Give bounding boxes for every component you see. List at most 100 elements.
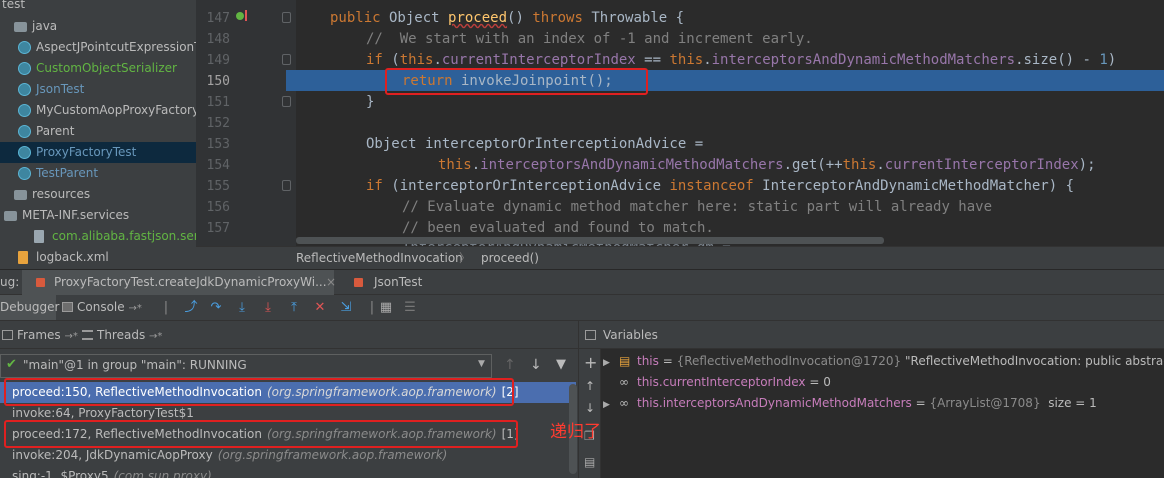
tree-item-label: JsonTest bbox=[36, 82, 85, 96]
debug-label: ug: bbox=[0, 275, 20, 289]
debug-session-tab[interactable]: ProxyFactoryTest.createJdkDynamicProxyWi… bbox=[22, 270, 336, 295]
tree-item-label: META-INF.services bbox=[22, 208, 130, 222]
stack-frame-row[interactable]: sing:-1, $Proxy5 (com.sun.proxy) bbox=[0, 466, 576, 478]
thread-selector-value: "main"@1 in group "main": RUNNING bbox=[23, 358, 247, 372]
frame-method: sing:-1, $Proxy5 bbox=[12, 469, 109, 478]
threads-icon bbox=[82, 330, 93, 340]
variable-equals: = bbox=[911, 396, 930, 410]
fold-icon[interactable] bbox=[282, 12, 291, 23]
stack-frame-row[interactable]: invoke:204, JdkDynamicAopProxy (org.sprin… bbox=[0, 445, 576, 466]
frames-tab[interactable]: Frames →* bbox=[2, 323, 78, 348]
chevron-down-icon: ▼ bbox=[478, 359, 485, 369]
class-icon bbox=[18, 146, 31, 159]
debugger-toolbar: Debugger Console →* | ⤴ ↷ ⤓ ⤓ ⤒ ✕ ⇲ | ▦ … bbox=[0, 295, 1164, 321]
force-step-into-icon[interactable]: ⤓ bbox=[260, 300, 276, 316]
variables-icon bbox=[585, 330, 596, 340]
step-into-icon[interactable]: ⤓ bbox=[234, 300, 250, 316]
variable-type: {ArrayList@1708} bbox=[929, 396, 1041, 410]
debug-tab-jsontest[interactable]: JsonTest bbox=[344, 270, 434, 295]
expand-arrow-icon[interactable]: ▶ bbox=[603, 395, 619, 416]
breadcrumb-class[interactable]: ReflectiveMethodInvocation bbox=[296, 247, 463, 269]
console-tab[interactable]: Console →* bbox=[62, 295, 142, 320]
close-icon[interactable]: × bbox=[326, 270, 336, 295]
junit-run-icon bbox=[354, 278, 363, 287]
variable-equals: = bbox=[805, 375, 824, 389]
tree-item-label: MyCustomAopProxyFactory bbox=[36, 103, 196, 117]
code-line-157[interactable]: // been evaluated and found to match. bbox=[402, 218, 714, 239]
tree-item[interactable]: MyCustomAopProxyFactory bbox=[0, 100, 196, 121]
tree-item-label: CustomObjectSerializer bbox=[36, 61, 177, 75]
expand-arrow-icon[interactable]: ▶ bbox=[603, 353, 619, 374]
threads-tab-label: Threads bbox=[97, 328, 146, 342]
implements-gutter-icon[interactable] bbox=[236, 12, 244, 20]
tree-item-label: logback.xml bbox=[36, 250, 109, 264]
frame-down-icon[interactable]: ↓ bbox=[530, 357, 542, 373]
tree-item[interactable]: Parent bbox=[0, 121, 196, 142]
thread-selector[interactable]: ✔ "main"@1 in group "main": RUNNING ▼ bbox=[0, 354, 492, 378]
evaluate-expression-icon[interactable]: ▦ bbox=[378, 300, 394, 316]
filter-icon[interactable]: ▼ bbox=[556, 357, 566, 372]
code-line-156[interactable]: // Evaluate dynamic method matcher here:… bbox=[402, 197, 992, 218]
debugger-tab[interactable]: Debugger bbox=[0, 295, 59, 320]
variable-name: this bbox=[637, 354, 659, 368]
code-line-154[interactable]: this.interceptorsAndDynamicMethodMatcher… bbox=[438, 155, 1096, 176]
editor-horizontal-scrollbar[interactable] bbox=[296, 237, 884, 244]
variable-row[interactable]: ▶ ∞ this.interceptorsAndDynamicMethodMatch… bbox=[603, 393, 1097, 414]
variable-value: 0 bbox=[823, 375, 831, 389]
threads-tab[interactable]: Threads →* bbox=[82, 323, 162, 348]
restore-icon[interactable]: ▤ bbox=[584, 455, 595, 469]
variable-equals: = bbox=[658, 354, 677, 368]
code-line-147[interactable]: public Object proceed() throws Throwable… bbox=[330, 8, 684, 29]
tree-item[interactable]: java bbox=[0, 16, 196, 37]
code-line-148[interactable]: // We start with an index of -1 and incr… bbox=[366, 29, 813, 50]
frames-header: Frames →* Threads →* bbox=[0, 321, 578, 349]
tree-item[interactable]: logback.xml bbox=[0, 247, 196, 268]
run-to-cursor-icon[interactable]: ⇲ bbox=[338, 300, 354, 316]
class-icon bbox=[18, 125, 31, 138]
tree-item-label: TestParent bbox=[36, 166, 99, 180]
fold-icon[interactable] bbox=[282, 54, 291, 65]
xml-icon bbox=[18, 251, 28, 264]
tree-item[interactable]: resources bbox=[0, 184, 196, 205]
frame-highlight-box bbox=[4, 420, 518, 448]
override-arrow-icon[interactable] bbox=[245, 10, 249, 21]
recursion-annotation: 递归了 bbox=[550, 422, 601, 442]
junit-run-icon bbox=[36, 278, 45, 287]
tree-item[interactable]: AspectJPointcutExpressionTe bbox=[0, 37, 196, 58]
field-icon: ▤ bbox=[619, 354, 631, 368]
code-line-151[interactable]: } bbox=[366, 92, 374, 113]
breadcrumb-method[interactable]: proceed() bbox=[481, 247, 539, 269]
trace-icon[interactable]: ☰ bbox=[402, 300, 418, 316]
variable-row[interactable]: ∞ this.currentInterceptorIndex = 0 bbox=[603, 372, 831, 393]
tree-item-label: Parent bbox=[36, 124, 75, 138]
fold-icon[interactable] bbox=[282, 96, 291, 107]
code-line-153[interactable]: Object interceptorOrInterceptionAdvice = bbox=[366, 134, 703, 155]
variables-panel: Variables + ↑ ↓ ❐ ▤ ▶ ▤ this = {Reflective… bbox=[578, 321, 1164, 478]
folder-icon bbox=[4, 211, 17, 221]
tree-item[interactable]: CustomObjectSerializer bbox=[0, 58, 196, 79]
drop-frame-icon[interactable]: ✕ bbox=[312, 300, 328, 316]
step-over-icon[interactable]: ↷ bbox=[208, 300, 224, 316]
move-down-icon[interactable]: ↓ bbox=[585, 401, 595, 415]
watch-icon: ∞ bbox=[619, 375, 629, 389]
variable-type: {ReflectiveMethodInvocation@1720} bbox=[676, 354, 902, 368]
show-execution-point-icon[interactable]: ⤴ bbox=[183, 300, 199, 316]
code-line-155[interactable]: if (interceptorOrInterceptionAdvice inst… bbox=[366, 176, 1074, 197]
tree-item-label: test bbox=[2, 0, 26, 11]
tree-item[interactable]: TestParent bbox=[0, 163, 196, 184]
tree-item-root[interactable]: test bbox=[0, 0, 196, 15]
tree-item[interactable]: META-INF.services bbox=[0, 205, 196, 226]
tree-item[interactable]: ProxyFactoryTest bbox=[0, 142, 196, 163]
folder-icon bbox=[14, 22, 27, 32]
folder-icon bbox=[14, 190, 27, 200]
variable-name: this.interceptorsAndDynamicMethodMatcher… bbox=[637, 396, 912, 410]
class-icon bbox=[18, 104, 31, 117]
tree-item[interactable]: com.alibaba.fastjson.seria bbox=[0, 226, 196, 247]
add-watch-icon[interactable]: + bbox=[584, 353, 597, 372]
frame-up-icon[interactable]: ↑ bbox=[504, 357, 516, 373]
variable-row[interactable]: ▶ ▤ this = {ReflectiveMethodInvocation@172… bbox=[603, 351, 1164, 372]
move-up-icon[interactable]: ↑ bbox=[585, 379, 595, 393]
fold-icon[interactable] bbox=[282, 180, 291, 191]
tree-item[interactable]: JsonTest bbox=[0, 79, 196, 100]
step-out-icon[interactable]: ⤒ bbox=[286, 300, 302, 316]
